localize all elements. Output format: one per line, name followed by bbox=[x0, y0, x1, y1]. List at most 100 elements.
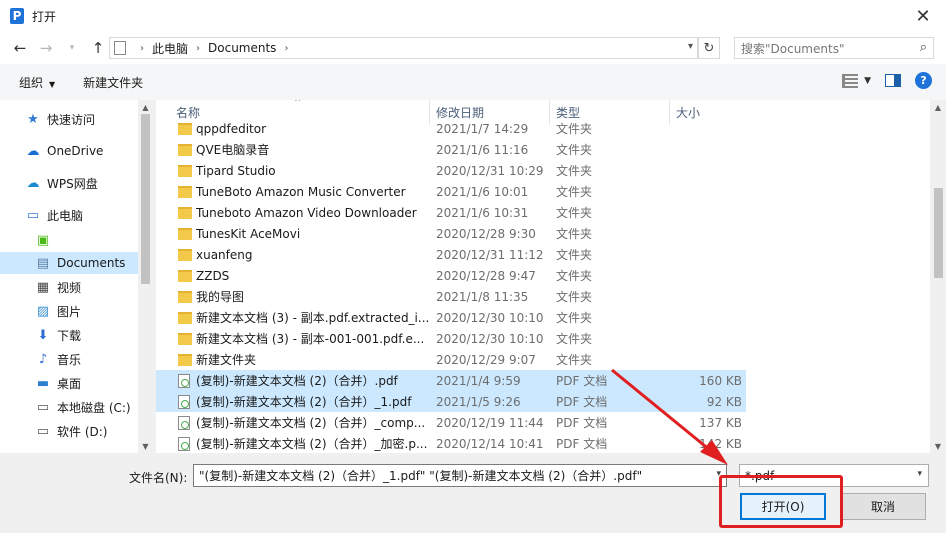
sidebar-item[interactable]: ▨ 图片 bbox=[0, 300, 138, 322]
sidebar-item[interactable]: ⬇ 下载 bbox=[0, 324, 138, 346]
file-name: ZZDS bbox=[196, 268, 230, 283]
folder-icon bbox=[178, 290, 192, 303]
scroll-up-icon[interactable]: ▲ bbox=[930, 100, 946, 114]
view-options-icon[interactable] bbox=[842, 73, 859, 88]
sidebar-item[interactable]: ▭ 此电脑 bbox=[0, 204, 138, 226]
refresh-button[interactable]: ↻ bbox=[698, 37, 720, 59]
file-date: 2021/1/6 11:16 bbox=[436, 142, 529, 157]
help-icon[interactable]: ? bbox=[915, 72, 932, 89]
address-bar[interactable]: › 此电脑 › Documents › ▾ bbox=[109, 37, 698, 59]
file-name: 新建文本文档 (3) - 副本.pdf.extracted_i... bbox=[196, 311, 428, 325]
file-date: 2020/12/30 10:10 bbox=[436, 310, 544, 325]
file-date: 2021/1/6 10:31 bbox=[436, 205, 529, 220]
file-row[interactable]: 我的导图 2021/1/8 11:35 文件夹 bbox=[156, 286, 746, 307]
back-button[interactable]: ← bbox=[7, 35, 33, 61]
folder-icon bbox=[178, 332, 192, 345]
sidebar-item-label: WPS网盘 bbox=[47, 176, 98, 191]
sidebar-item[interactable]: ☁ OneDrive bbox=[0, 140, 138, 162]
folder-icon bbox=[178, 227, 192, 240]
up-button[interactable]: ↑ bbox=[85, 35, 111, 61]
file-row[interactable]: 新建文件夹 2020/12/29 9:07 文件夹 bbox=[156, 349, 746, 370]
sidebar-scrollbar[interactable]: ▲ ▼ bbox=[138, 100, 153, 453]
open-button[interactable]: 打开(O) bbox=[740, 493, 826, 520]
close-button[interactable]: ✕ bbox=[900, 0, 946, 32]
sidebar-item[interactable]: ▭ 本地磁盘 (C:) bbox=[0, 396, 138, 418]
sidebar-item[interactable]: ▤ Documents bbox=[0, 252, 138, 274]
file-date: 2021/1/6 10:01 bbox=[436, 184, 529, 199]
folder-icon bbox=[178, 206, 192, 219]
chevron-down-icon: ▾ bbox=[917, 469, 922, 479]
file-date: 2021/1/7 14:29 bbox=[436, 121, 529, 136]
file-row[interactable]: 新建文本文档 (3) - 副本-001-001.pdf.e... 2020/12/… bbox=[156, 328, 746, 349]
file-date: 2020/12/14 10:41 bbox=[436, 436, 544, 451]
file-list-scrollbar[interactable]: ▲ ▼ bbox=[930, 100, 946, 453]
sidebar-item[interactable]: ▬ 桌面 bbox=[0, 372, 138, 394]
file-type: 文件夹 bbox=[556, 290, 593, 304]
wps-cloud-icon: ☁ bbox=[26, 175, 40, 191]
breadcrumb-documents[interactable]: Documents bbox=[208, 41, 276, 55]
file-row[interactable]: QVE电脑录音 2021/1/6 11:16 文件夹 bbox=[156, 139, 746, 160]
breadcrumb-this-pc[interactable]: 此电脑 bbox=[152, 40, 188, 57]
file-row[interactable]: xuanfeng 2020/12/31 11:12 文件夹 bbox=[156, 244, 746, 265]
file-name: TunesKit AceMovi bbox=[196, 226, 301, 241]
file-row[interactable]: (复制)-新建文本文档 (2)（合并）_加密.p... 2020/12/14 10… bbox=[156, 433, 746, 453]
cancel-button[interactable]: 取消 bbox=[840, 493, 926, 520]
green-app-icon: ▣ bbox=[36, 232, 50, 248]
file-date: 2020/12/30 10:10 bbox=[436, 331, 544, 346]
file-row[interactable]: qppdfeditor 2021/1/7 14:29 文件夹 bbox=[156, 118, 746, 139]
scrollbar-thumb[interactable] bbox=[934, 188, 943, 278]
forward-button[interactable]: → bbox=[33, 35, 59, 61]
file-row[interactable]: (复制)-新建文本文档 (2)（合并）.pdf 2021/1/4 9:59 PDF … bbox=[156, 370, 746, 391]
sidebar-item[interactable]: ▭ 软件 (D:) bbox=[0, 420, 138, 442]
dialog-footer: 文件名(N): "(复制)-新建文本文档 (2)（合并）_1.pdf" "(复制… bbox=[0, 453, 946, 533]
file-type: 文件夹 bbox=[556, 227, 593, 241]
drive-d-icon: ▭ bbox=[36, 423, 50, 439]
file-list: 名称 ^ 修改日期 类型 大小 qppdfeditor 2021/1/7 14:2… bbox=[156, 100, 930, 453]
file-name: qppdfeditor bbox=[196, 121, 267, 136]
file-type-select[interactable]: *.pdf ▾ bbox=[739, 464, 929, 487]
search-input[interactable]: 搜索"Documents" ⌕ bbox=[734, 37, 934, 59]
file-row[interactable]: TuneBoto Amazon Music Converter 2021/1/6 … bbox=[156, 181, 746, 202]
sidebar-item[interactable]: ▣ bbox=[0, 229, 138, 251]
filename-input[interactable]: "(复制)-新建文本文档 (2)（合并）_1.pdf" "(复制)-新建文本文档… bbox=[193, 464, 727, 487]
folder-icon bbox=[178, 143, 192, 156]
file-row[interactable]: (复制)-新建文本文档 (2)（合并）_comp... 2020/12/19 11… bbox=[156, 412, 746, 433]
sidebar-item[interactable]: ☁ WPS网盘 bbox=[0, 172, 138, 194]
file-row[interactable]: Tuneboto Amazon Video Downloader 2021/1/6… bbox=[156, 202, 746, 223]
address-dropdown-icon[interactable]: ▾ bbox=[688, 41, 693, 52]
scroll-up-icon[interactable]: ▲ bbox=[138, 100, 153, 114]
file-name: QVE电脑录音 bbox=[196, 143, 270, 157]
refresh-icon: ↻ bbox=[703, 40, 715, 56]
organize-button[interactable]: 组织 ▼ bbox=[19, 74, 55, 91]
scroll-down-icon[interactable]: ▼ bbox=[138, 439, 153, 453]
file-row[interactable]: TunesKit AceMovi 2020/12/28 9:30 文件夹 bbox=[156, 223, 746, 244]
recent-locations-button[interactable]: ▾ bbox=[59, 35, 85, 61]
file-row[interactable]: (复制)-新建文本文档 (2)（合并）_1.pdf 2021/1/5 9:26 PD… bbox=[156, 391, 746, 412]
sidebar-item[interactable]: ▦ 视频 bbox=[0, 276, 138, 298]
sidebar-item[interactable]: ★ 快速访问 bbox=[0, 108, 138, 130]
command-toolbar: 组织 ▼ 新建文件夹 ▼ ? bbox=[0, 64, 946, 100]
new-folder-button[interactable]: 新建文件夹 bbox=[83, 74, 143, 91]
drive-c-icon: ▭ bbox=[36, 399, 50, 415]
file-row[interactable]: Tipard Studio 2020/12/31 10:29 文件夹 bbox=[156, 160, 746, 181]
file-type: 文件夹 bbox=[556, 269, 593, 283]
sidebar-item-label: 快速访问 bbox=[47, 112, 96, 127]
file-name: 新建文件夹 bbox=[196, 353, 257, 367]
scroll-down-icon[interactable]: ▼ bbox=[930, 439, 946, 453]
file-date: 2020/12/31 10:29 bbox=[436, 163, 544, 178]
file-row[interactable]: ZZDS 2020/12/28 9:47 文件夹 bbox=[156, 265, 746, 286]
chevron-down-icon: ▼ bbox=[49, 79, 56, 89]
sidebar-item-label: 桌面 bbox=[57, 376, 82, 391]
chevron-down-icon[interactable]: ▾ bbox=[716, 469, 721, 479]
documents-icon: ▤ bbox=[36, 255, 50, 271]
preview-pane-icon[interactable] bbox=[885, 74, 901, 87]
scrollbar-thumb[interactable] bbox=[141, 114, 150, 284]
file-type: PDF 文档 bbox=[556, 437, 608, 451]
pdf-file-icon bbox=[178, 373, 190, 388]
chevron-down-icon[interactable]: ▼ bbox=[864, 76, 871, 86]
sidebar-item[interactable]: ♪ 音乐 bbox=[0, 348, 138, 370]
file-name: xuanfeng bbox=[196, 247, 253, 262]
file-name: (复制)-新建文本文档 (2)（合并）_1.pdf bbox=[196, 395, 412, 409]
file-row[interactable]: 新建文本文档 (3) - 副本.pdf.extracted_i... 2020/1… bbox=[156, 307, 746, 328]
file-date: 2021/1/8 11:35 bbox=[436, 289, 529, 304]
